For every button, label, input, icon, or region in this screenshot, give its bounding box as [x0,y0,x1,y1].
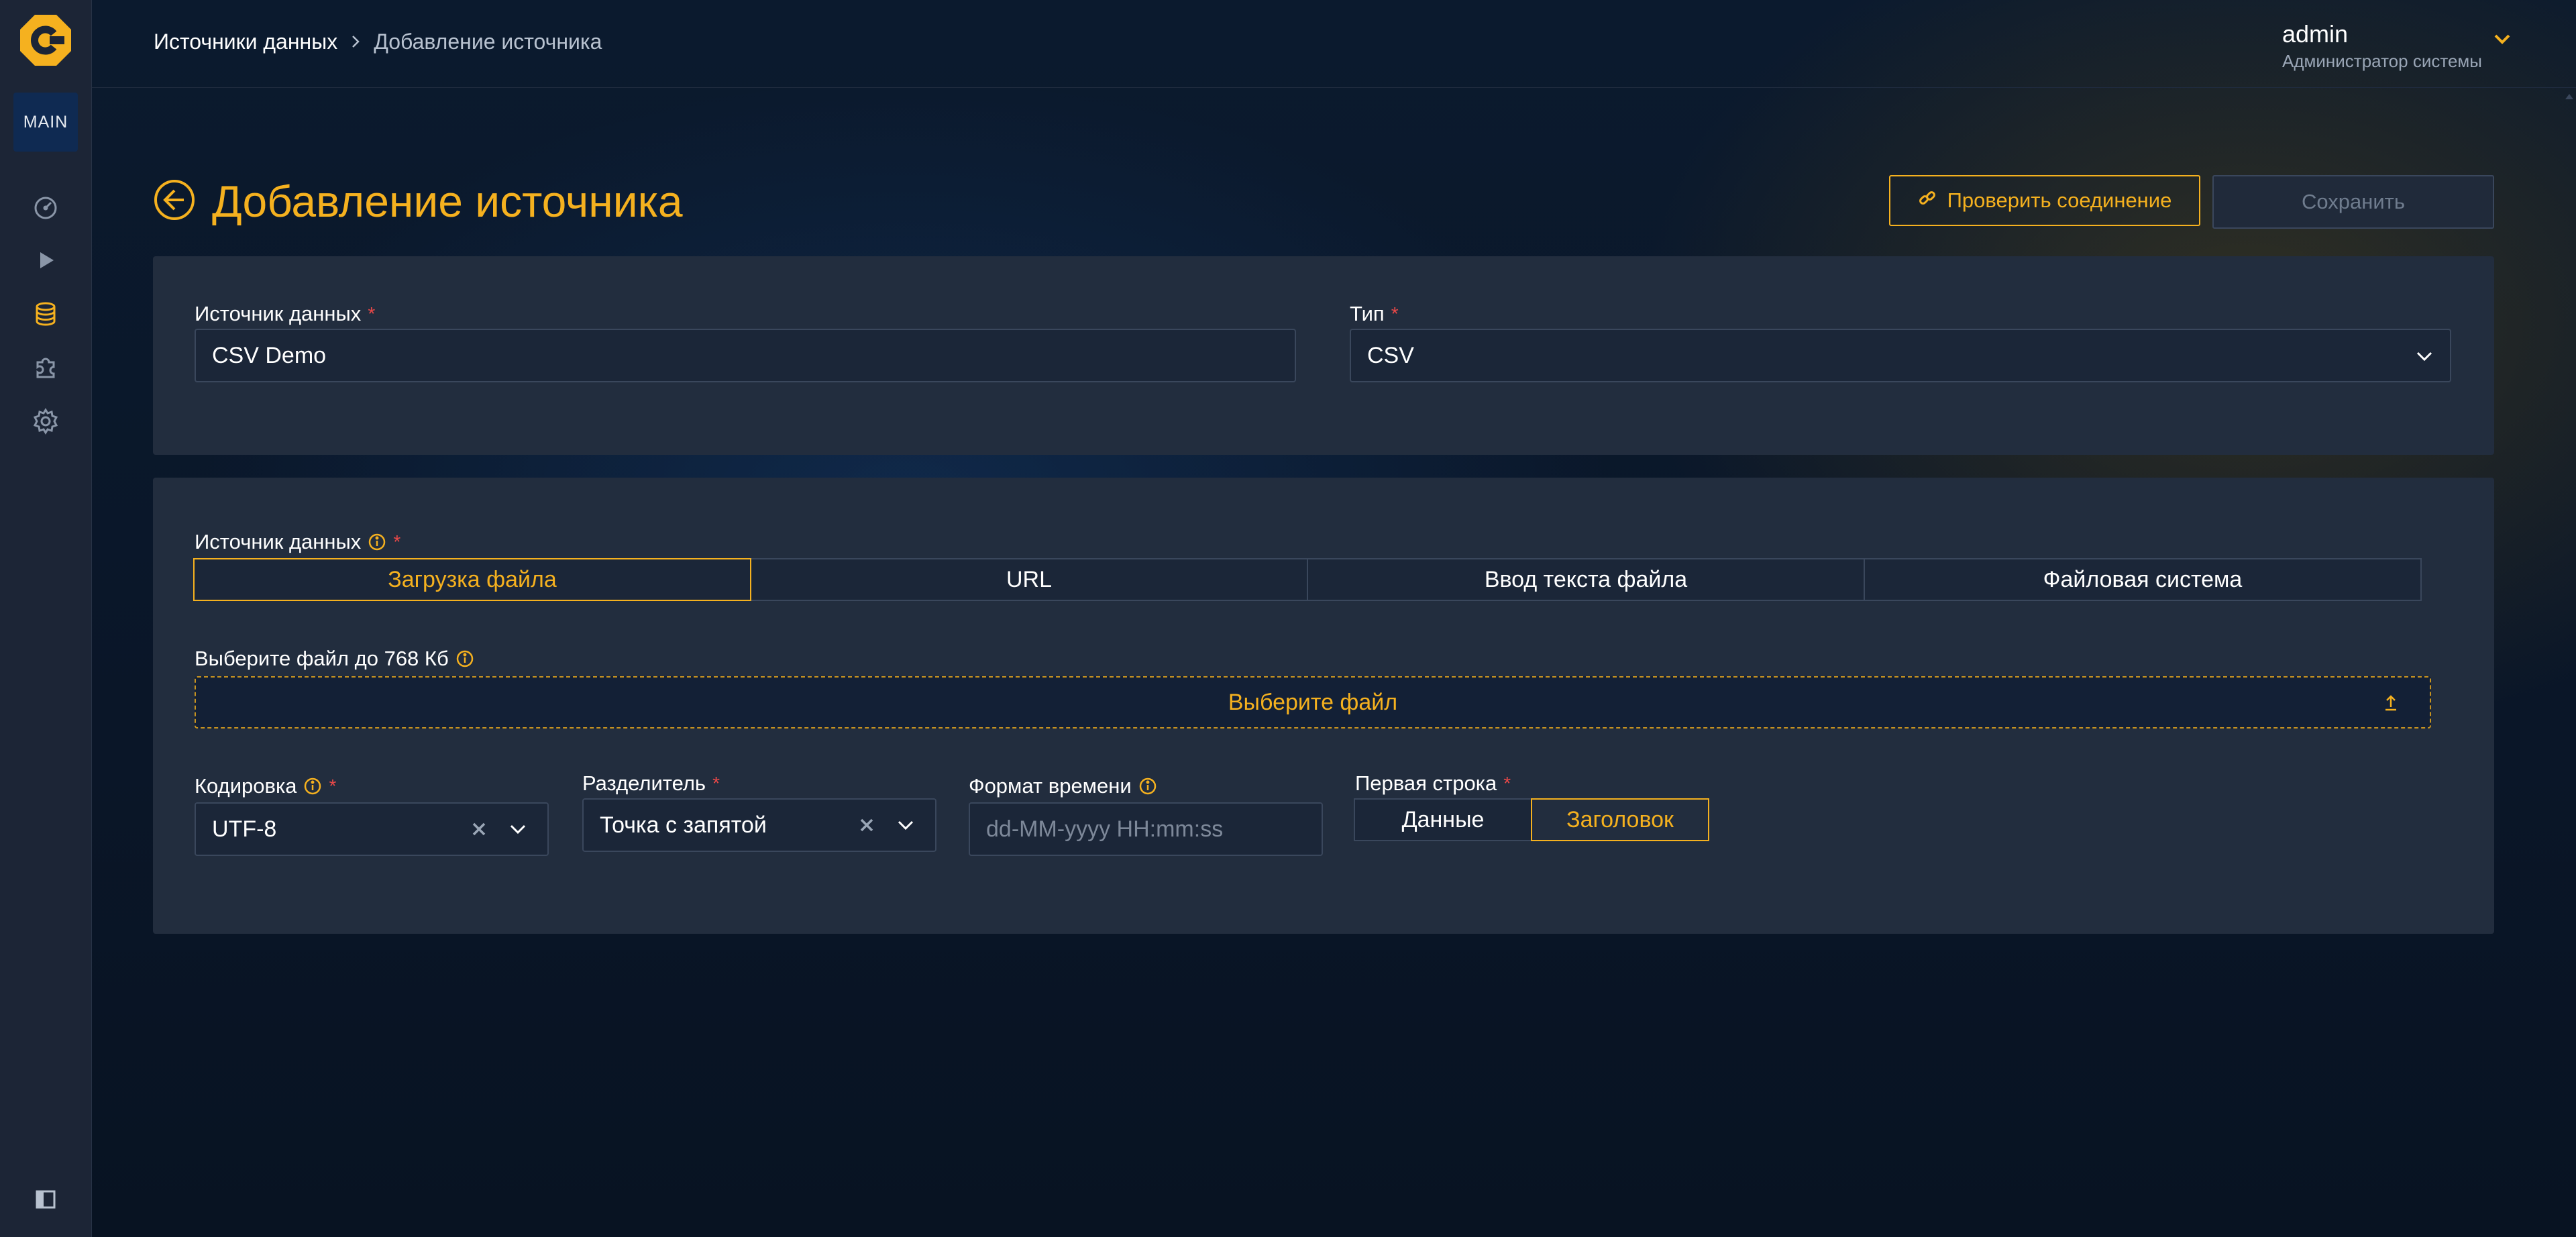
page-header: Добавление источника [153,176,683,227]
gear-icon[interactable] [30,405,62,437]
encoding-label: Кодировка * [195,774,336,798]
user-name: admin [2282,20,2349,48]
first-row-header-option[interactable]: Заголовок [1531,798,1709,841]
chevron-down-icon[interactable] [504,816,531,843]
breadcrumb-current: Добавление источника [374,30,602,54]
data-source-label: Источник данных * [195,530,400,554]
upload-icon [2381,692,2400,718]
source-name-value: CSV Demo [212,342,327,368]
tab-url[interactable]: URL [750,558,1308,601]
breadcrumb: Источники данных Добавление источника [154,30,602,54]
chevron-down-icon[interactable] [892,812,919,839]
save-button[interactable]: Сохранить [2212,175,2494,229]
clear-icon[interactable] [853,812,880,839]
first-row-label-text: Первая строка [1355,771,1497,795]
source-name-input[interactable]: CSV Demo [195,329,1296,382]
app-logo[interactable] [19,13,72,67]
required-mark: * [1503,773,1511,794]
back-arrow-icon[interactable] [153,178,196,225]
chevron-right-icon [350,30,362,54]
play-icon[interactable] [30,244,62,276]
delimiter-label: Разделитель * [582,771,720,796]
info-icon[interactable] [1138,777,1157,796]
user-role: Администратор системы [2282,51,2482,71]
source-name-label-text: Источник данных [195,302,362,325]
time-format-label-text: Формат времени [969,774,1132,798]
first-row-label: Первая строка * [1355,771,1511,796]
required-mark: * [368,303,376,324]
user-menu[interactable]: admin Администратор системы [2282,20,2482,72]
collapse-sidebar-icon[interactable] [35,1189,56,1210]
workspace-badge[interactable]: MAIN [13,93,78,152]
tab-file-system[interactable]: Файловая система [1864,558,2422,601]
sidebar: MAIN [0,0,92,1237]
clear-icon[interactable] [466,816,492,843]
time-format-input[interactable]: dd-MM-yyyy HH:mm:ss [969,802,1323,856]
data-source-segmented: Загрузка файла URL Ввод текста файла Фай… [193,558,2422,601]
file-dropzone[interactable]: Выберите файл [195,676,2431,729]
source-name-label: Источник данных * [195,302,375,326]
info-icon[interactable] [455,649,474,668]
top-bar: Источники данных Добавление источника ad… [92,0,2576,88]
required-mark: * [393,531,401,552]
delimiter-value: Точка с запятой [600,812,767,838]
time-format-label: Формат времени [969,774,1157,798]
type-value: CSV [1367,342,1414,368]
choose-file-label: Выберите файл [1228,689,1398,715]
encoding-value: UTF-8 [212,816,277,842]
tab-text-input[interactable]: Ввод текста файла [1307,558,1865,601]
scrollbar[interactable] [2563,87,2576,1237]
delimiter-select[interactable]: Точка с запятой [582,798,936,852]
data-source-label-text: Источник данных [195,530,362,553]
file-label-text: Выберите файл до 768 Кб [195,647,449,670]
delimiter-label-text: Разделитель [582,771,706,795]
dashboard-icon[interactable] [30,191,62,223]
info-icon[interactable] [303,777,322,796]
required-mark: * [712,773,720,794]
type-label-text: Тип [1350,302,1385,325]
check-connection-label: Проверить соединение [1947,189,2172,212]
database-icon[interactable] [30,298,62,330]
time-format-placeholder: dd-MM-yyyy HH:mm:ss [986,816,1224,842]
page-title: Добавление источника [212,176,683,226]
puzzle-icon[interactable] [30,352,62,384]
chevron-down-icon[interactable] [2493,32,2512,49]
required-mark: * [329,775,337,796]
encoding-select[interactable]: UTF-8 [195,802,549,856]
type-label: Тип * [1350,302,1399,326]
chevron-down-icon [2415,343,2434,369]
encoding-label-text: Кодировка [195,774,297,798]
type-select[interactable]: CSV [1350,329,2451,382]
tab-file-upload[interactable]: Загрузка файла [193,558,751,601]
first-row-data-option[interactable]: Данные [1354,798,1532,841]
check-connection-button[interactable]: Проверить соединение [1889,175,2200,226]
link-icon [1918,189,1937,213]
first-row-toggle: Данные Заголовок [1354,798,1709,841]
required-mark: * [1391,303,1399,324]
file-label: Выберите файл до 768 Кб [195,647,474,671]
breadcrumb-link[interactable]: Источники данных [154,30,337,54]
info-icon[interactable] [368,533,386,551]
